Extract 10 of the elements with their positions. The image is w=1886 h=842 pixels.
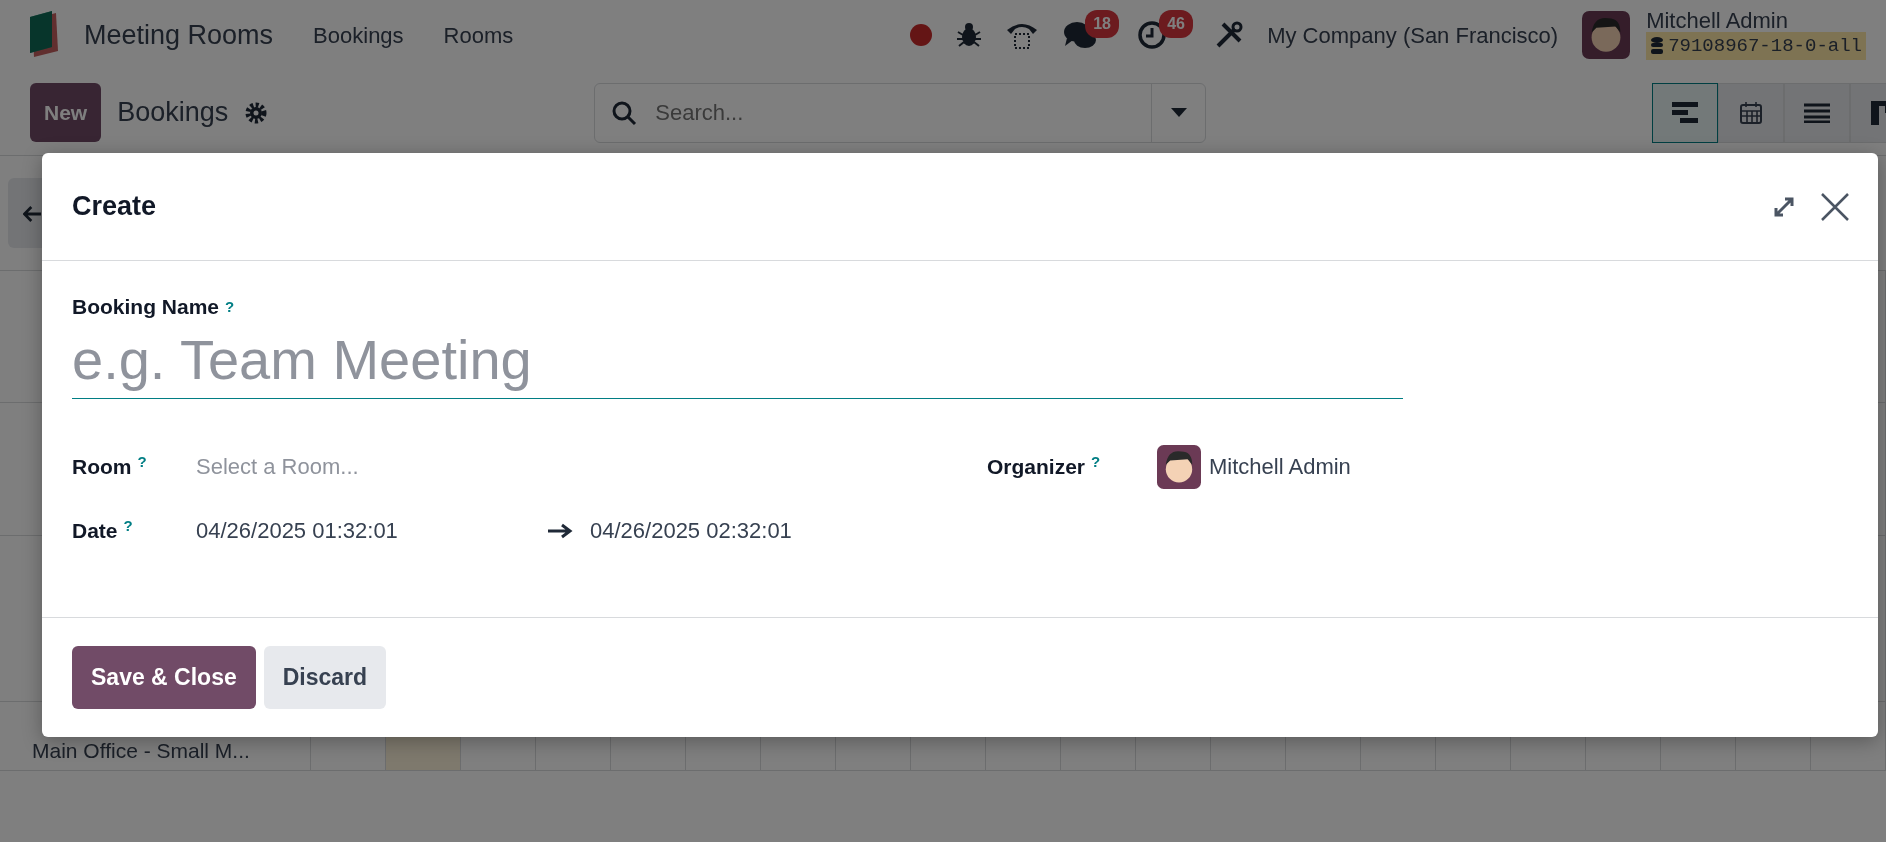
- field-label: Room: [72, 454, 132, 478]
- message-count: 18: [1085, 10, 1119, 38]
- dialog-title: Create: [72, 190, 157, 223]
- field-label: Date: [72, 518, 118, 542]
- field-label: Booking Name: [72, 294, 220, 320]
- row-label: Main Office - Small M...: [31, 737, 251, 764]
- breadcrumb: Bookings: [117, 96, 229, 130]
- field-label: Organizer: [987, 454, 1086, 478]
- activity-count: 46: [1159, 10, 1193, 38]
- database-name: 79108967-18-0-all: [1668, 33, 1862, 59]
